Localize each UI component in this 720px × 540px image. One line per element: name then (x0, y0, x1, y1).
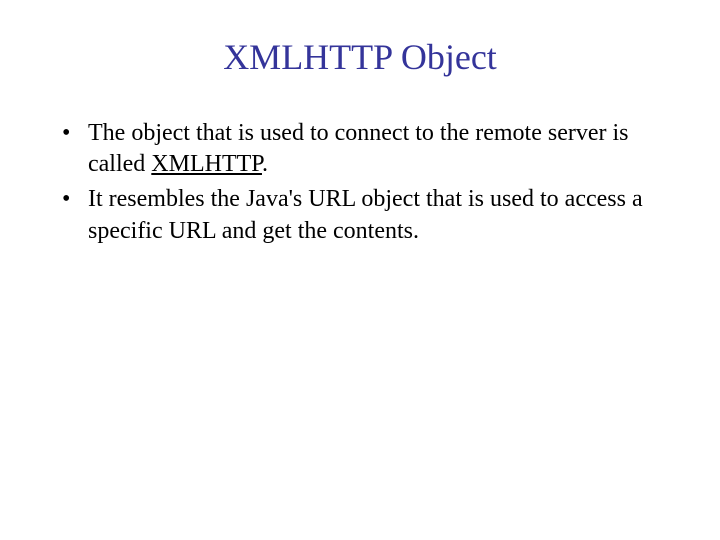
underlined-text: XMLHTTP (151, 151, 262, 177)
text-segment: . (262, 151, 268, 177)
bullet-text: It resembles the Java's URL object that … (88, 184, 670, 246)
bullet-text: The object that is used to connect to th… (88, 118, 670, 180)
list-item: • It resembles the Java's URL object tha… (58, 184, 670, 246)
bullet-marker: • (58, 118, 88, 149)
list-item: • The object that is used to connect to … (58, 118, 670, 180)
text-segment: It resembles the Java's URL object that … (88, 186, 643, 243)
slide-content: • The object that is used to connect to … (50, 118, 670, 247)
bullet-marker: • (58, 184, 88, 215)
slide-title: XMLHTTP Object (50, 36, 670, 78)
